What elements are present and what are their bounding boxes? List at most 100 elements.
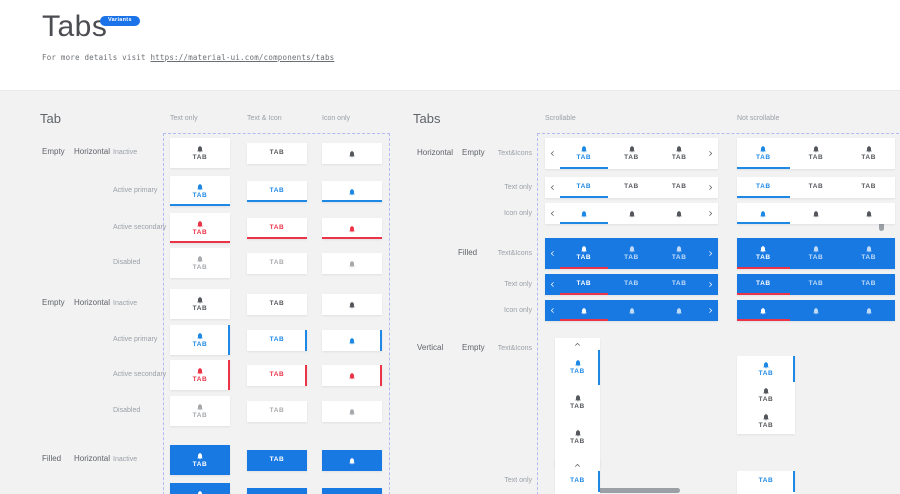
tab-cell[interactable]: TAB (170, 213, 230, 243)
tab-item[interactable]: TAB (555, 471, 600, 492)
docs-link[interactable]: https://material-ui.com/components/tabs (150, 53, 334, 62)
tab-item[interactable]: TAB (560, 274, 608, 295)
tab-item[interactable]: TAB (737, 408, 795, 434)
scroll-right-button[interactable] (703, 203, 718, 224)
tab-item[interactable] (560, 300, 608, 321)
scroll-right-button[interactable] (703, 300, 718, 321)
tab-item[interactable]: TAB (737, 274, 790, 295)
tab-item[interactable]: TAB (790, 177, 843, 198)
tab-cell[interactable]: TAB (247, 253, 307, 274)
tab-item[interactable]: TAB (842, 238, 895, 269)
tab-item[interactable] (842, 203, 895, 224)
scroll-right-button[interactable] (703, 274, 718, 295)
scroll-left-button[interactable] (545, 238, 560, 269)
tab-item[interactable]: TAB (737, 471, 795, 492)
tab-item[interactable] (737, 203, 790, 224)
tab-item[interactable] (842, 300, 895, 321)
subtitle-text: For more details visit (42, 53, 150, 62)
scroll-up-button[interactable] (555, 338, 600, 350)
tab-cell[interactable]: TAB (247, 218, 307, 239)
tab-item[interactable]: TAB (655, 138, 703, 169)
active-indicator (380, 365, 382, 386)
tab-item[interactable]: TAB (842, 138, 895, 169)
tab-item[interactable] (608, 300, 656, 321)
tab-item[interactable] (790, 300, 843, 321)
tab-item[interactable] (608, 203, 656, 224)
tab-cell[interactable]: TAB (170, 360, 230, 390)
tab-item[interactable]: TAB (737, 177, 790, 198)
scroll-left-button[interactable] (545, 138, 560, 169)
tab-item[interactable] (655, 203, 703, 224)
tab-cell[interactable]: TAB (247, 181, 307, 202)
tab-cell[interactable] (322, 450, 382, 471)
tab-item[interactable]: TAB (737, 356, 795, 382)
tab-cell[interactable]: TAB (170, 445, 230, 475)
bell-icon (196, 255, 204, 263)
tab-item[interactable]: TAB (737, 238, 790, 269)
tab-item[interactable]: TAB (608, 177, 656, 198)
bell-icon (812, 307, 820, 315)
tab-cell[interactable] (322, 181, 382, 202)
scroll-left-button[interactable] (545, 203, 560, 224)
tab-cell[interactable]: TAB (247, 450, 307, 471)
tab-item[interactable]: TAB (608, 274, 656, 295)
tab-cell[interactable]: TAB (247, 365, 307, 386)
scroll-up-button[interactable] (555, 459, 600, 471)
tab-item[interactable]: TAB (555, 420, 600, 455)
tab-bar (545, 300, 718, 321)
tab-cell[interactable]: TAB (247, 401, 307, 422)
tab-item[interactable]: TAB (842, 274, 895, 295)
bell-icon (812, 145, 820, 153)
tab-cell[interactable] (322, 330, 382, 351)
scroll-right-button[interactable] (703, 238, 718, 269)
tab-cell[interactable]: TAB (247, 330, 307, 351)
tab-cell[interactable]: TAB (170, 325, 230, 355)
tab-item[interactable]: TAB (560, 138, 608, 169)
tab-cell[interactable] (322, 365, 382, 386)
scroll-right-button[interactable] (703, 177, 718, 198)
tab-item[interactable]: TAB (655, 177, 703, 198)
tab-item[interactable]: TAB (555, 350, 600, 385)
tab-item[interactable]: TAB (608, 138, 656, 169)
tab-item[interactable]: TAB (842, 177, 895, 198)
tab-cell[interactable]: TAB (247, 488, 307, 494)
group-fill-label: Filled (42, 455, 61, 464)
tab-item[interactable]: TAB (737, 138, 790, 169)
tab-item[interactable]: TAB (655, 238, 703, 269)
tab-item[interactable]: TAB (608, 238, 656, 269)
tab-item[interactable] (737, 300, 790, 321)
tab-cell[interactable] (322, 488, 382, 494)
tab-item[interactable] (790, 203, 843, 224)
tab-item[interactable]: TAB (790, 238, 843, 269)
tab-label: TAB (624, 255, 639, 262)
tab-item[interactable] (655, 300, 703, 321)
column-header-text-only: Text only (170, 115, 198, 122)
tab-item[interactable]: TAB (555, 385, 600, 420)
scroll-left-button[interactable] (545, 300, 560, 321)
tab-cell[interactable]: TAB (247, 143, 307, 164)
tab-cell[interactable]: TAB (170, 396, 230, 426)
tab-cell[interactable] (322, 218, 382, 239)
tab-item[interactable]: TAB (790, 138, 843, 169)
scroll-right-button[interactable] (703, 138, 718, 169)
tab-item[interactable]: TAB (655, 274, 703, 295)
tab-bar: TABTABTAB (737, 274, 895, 295)
scroll-left-button[interactable] (545, 274, 560, 295)
tab-item[interactable]: TAB (560, 238, 608, 269)
tab-item[interactable]: TAB (737, 382, 795, 408)
tab-item[interactable]: TAB (790, 274, 843, 295)
tab-cell[interactable] (322, 143, 382, 164)
tab-cell[interactable]: TAB (170, 289, 230, 319)
scroll-left-button[interactable] (545, 177, 560, 198)
tab-cell[interactable]: TAB (170, 248, 230, 278)
tab-item[interactable]: TAB (560, 177, 608, 198)
tab-cell[interactable]: TAB (170, 176, 230, 206)
state-label: Text only (462, 184, 532, 192)
tab-item[interactable] (560, 203, 608, 224)
tab-cell[interactable] (322, 401, 382, 422)
tab-cell[interactable]: TAB (170, 483, 230, 494)
tab-cell[interactable]: TAB (170, 138, 230, 168)
tab-cell[interactable] (322, 253, 382, 274)
tab-cell[interactable] (322, 294, 382, 315)
tab-cell[interactable]: TAB (247, 294, 307, 315)
